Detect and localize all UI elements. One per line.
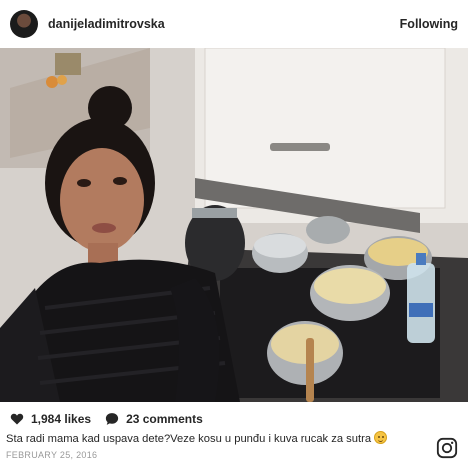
instagram-post-card: danijeladimitrovska Following 1,984 like…	[0, 0, 468, 468]
following-button[interactable]: Following	[400, 17, 458, 31]
post-date: FEBRUARY 25, 2016	[6, 450, 98, 460]
username-link[interactable]: danijeladimitrovska	[48, 17, 165, 31]
comments-group[interactable]: 23 comments	[105, 412, 203, 426]
speech-bubble-icon[interactable]	[105, 412, 119, 426]
heart-icon[interactable]	[10, 412, 24, 426]
post-caption: Sta radi mama kad uspava dete?Veze kosu …	[6, 431, 426, 445]
comments-count: 23 comments	[126, 412, 203, 426]
caption-text: Sta radi mama kad uspava dete?Veze kosu …	[6, 433, 372, 445]
post-photo[interactable]	[0, 48, 468, 402]
kitchen-selfie-image	[0, 48, 468, 402]
smiley-emoji	[374, 431, 388, 444]
post-stats: 1,984 likes 23 comments	[10, 410, 217, 428]
post-header: danijeladimitrovska Following	[0, 0, 468, 48]
likes-group[interactable]: 1,984 likes	[10, 412, 91, 426]
avatar[interactable]	[10, 10, 38, 38]
likes-count: 1,984 likes	[31, 412, 92, 426]
instagram-icon[interactable]	[436, 437, 458, 459]
